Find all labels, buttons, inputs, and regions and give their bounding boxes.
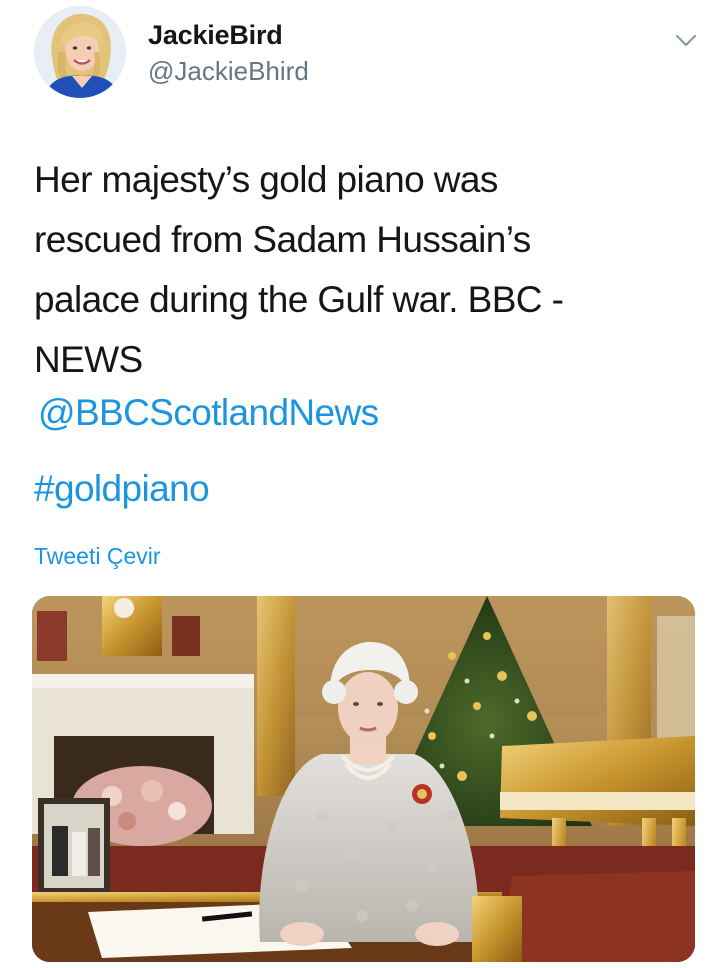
avatar[interactable] xyxy=(34,6,126,98)
author-handle[interactable]: @JackieBhird xyxy=(148,56,309,87)
author-display-name[interactable]: JackieBird xyxy=(148,20,283,51)
tweet-card: JackieBird @JackieBhird Her majesty’s go… xyxy=(0,0,720,968)
hashtag-link[interactable]: #goldpiano xyxy=(34,468,210,510)
tweet-text-line: Her majesty’s gold piano was xyxy=(34,159,498,200)
translate-tweet-link[interactable]: Tweeti Çevir xyxy=(34,543,161,570)
tweet-body: Her majesty’s gold piano was rescued fro… xyxy=(34,150,684,390)
mention-link[interactable]: @BBCScotlandNews xyxy=(38,392,379,434)
tweet-photo[interactable] xyxy=(32,596,695,962)
avatar-photo xyxy=(34,6,126,98)
tweet-text-line: palace during the Gulf war. BBC - xyxy=(34,279,564,320)
chevron-down-icon[interactable] xyxy=(672,26,700,54)
queen-gold-piano-photo xyxy=(32,596,695,962)
tweet-text-line: rescued from Sadam Hussain’s xyxy=(34,219,531,260)
tweet-text-line: NEWS xyxy=(34,339,143,380)
